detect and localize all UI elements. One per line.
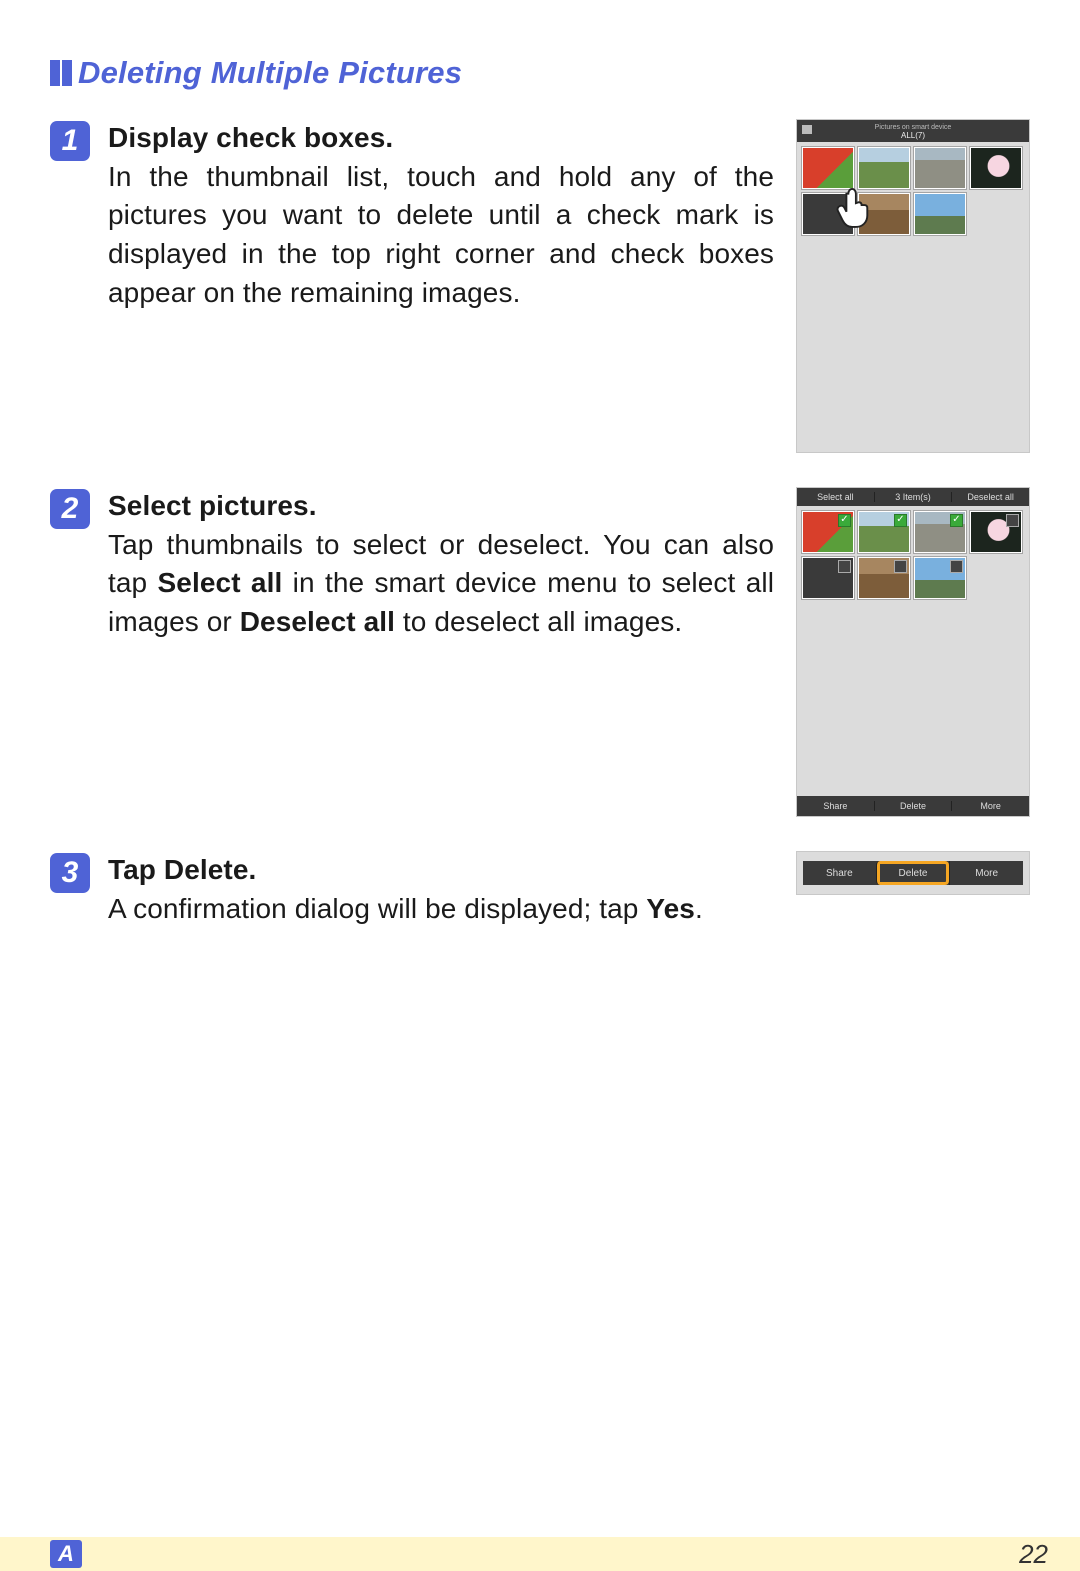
more-button[interactable]: More	[951, 801, 1029, 811]
section-tab: A	[50, 1540, 82, 1568]
step-2-body-b2: De­select all	[240, 606, 395, 637]
thumbnail[interactable]: ✓	[914, 511, 966, 553]
share-button[interactable]: Share	[803, 861, 876, 885]
check-icon: ✓	[950, 514, 963, 527]
step-1-figure: Pictures on smart device ALL(7)	[796, 119, 1030, 453]
step-1: 1 Display check boxes. In the thumbnail …	[50, 119, 1030, 453]
thumbnail[interactable]	[858, 147, 910, 189]
step-3-text: Tap Delete. A confirmation dialog will b…	[108, 851, 774, 928]
step-3-figure: Share Delete More	[796, 851, 1030, 895]
step-1-headline: Display check boxes.	[108, 122, 393, 153]
thumbnail[interactable]	[914, 193, 966, 235]
selection-count: 3 Item(s)	[874, 492, 952, 502]
checkbox-icon	[838, 560, 851, 573]
phone-header: Pictures on smart device ALL(7)	[797, 120, 1029, 142]
checkbox-icon	[894, 560, 907, 573]
select-all-button[interactable]: Select all	[797, 492, 874, 502]
step-2-body-post: to deselect all images.	[395, 606, 682, 637]
thumbnail[interactable]	[970, 147, 1022, 189]
step-number: 3	[50, 853, 90, 893]
thumbnail[interactable]	[970, 511, 1022, 553]
step-1-body: In the thumbnail list, touch and hold an…	[108, 161, 774, 308]
check-icon: ✓	[894, 514, 907, 527]
step-3-headline: Tap Delete.	[108, 854, 256, 885]
phone-title: Pictures on smart device	[797, 124, 1029, 131]
delete-button[interactable]: Delete	[874, 801, 952, 811]
step-2-headline: Select pictures.	[108, 490, 317, 521]
step-3-body-b: Yes	[646, 893, 695, 924]
thumbnail-area: ✓ ✓ ✓	[797, 506, 1029, 796]
delete-button-highlighted[interactable]: Delete	[876, 861, 950, 885]
selection-topbar: Select all 3 Item(s) Deselect all	[797, 488, 1029, 506]
deselect-all-button[interactable]: Deselect all	[951, 492, 1029, 502]
phone-subtitle: ALL(7)	[797, 131, 1029, 140]
bottombar-crop: Share Delete More	[796, 851, 1030, 895]
share-button[interactable]: Share	[797, 801, 874, 811]
check-icon: ✓	[838, 514, 851, 527]
checkbox-icon	[1006, 514, 1019, 527]
phone-screenshot-2: Select all 3 Item(s) Deselect all ✓ ✓ ✓	[796, 487, 1030, 817]
section-heading: Deleting Multiple Pictures	[50, 55, 1030, 91]
thumbnail[interactable]: ✓	[858, 511, 910, 553]
heading-bars-icon	[50, 60, 72, 86]
thumbnail[interactable]	[802, 147, 854, 189]
step-3-body-pre: A confirmation dialog will be displayed;…	[108, 893, 646, 924]
thumbnail[interactable]	[914, 557, 966, 599]
step-1-text: Display check boxes. In the thumbnail li…	[108, 119, 774, 312]
page-footer: A 22	[0, 1537, 1080, 1571]
phone-screenshot-1: Pictures on smart device ALL(7)	[796, 119, 1030, 453]
step-2-body-b1: Select all	[158, 567, 283, 598]
step-number: 2	[50, 489, 90, 529]
folder-icon	[802, 125, 812, 134]
step-number: 1	[50, 121, 90, 161]
section-title: Deleting Multiple Pictures	[78, 55, 462, 91]
more-button[interactable]: More	[949, 861, 1023, 885]
page-number: 22	[1019, 1539, 1048, 1570]
step-2-text: Select pictures. Tap thumbnails to selec…	[108, 487, 774, 642]
touch-hand-icon	[835, 184, 873, 230]
thumbnail[interactable]: ✓	[802, 511, 854, 553]
thumbnail-area	[797, 142, 1029, 452]
thumbnail[interactable]	[802, 557, 854, 599]
action-bottombar: Share Delete More	[797, 796, 1029, 816]
step-3-body-post: .	[695, 893, 703, 924]
step-2-figure: Select all 3 Item(s) Deselect all ✓ ✓ ✓	[796, 487, 1030, 817]
step-2: 2 Select pictures. Tap thumbnails to sel…	[50, 487, 1030, 817]
step-3: 3 Tap Delete. A confirmation dialog will…	[50, 851, 1030, 928]
checkbox-icon	[950, 560, 963, 573]
thumbnail[interactable]	[914, 147, 966, 189]
thumbnail[interactable]	[858, 557, 910, 599]
